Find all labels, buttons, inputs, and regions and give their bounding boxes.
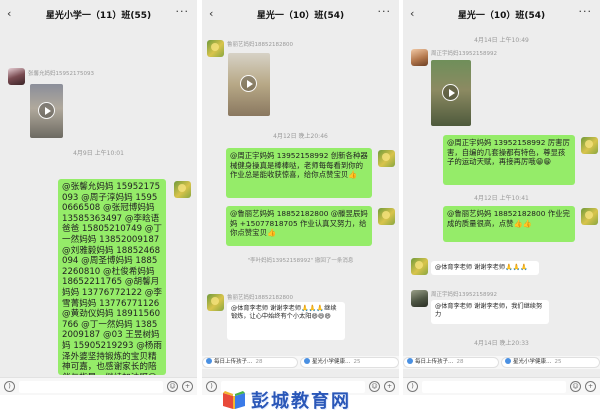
message-bubble[interactable]: @张馨允妈妈 15952175093 @周子淳妈妈 15950666508 @张… [58,179,166,375]
plus-icon[interactable]: + [585,381,596,392]
video-message[interactable] [30,84,63,138]
avatar[interactable] [411,258,428,275]
emoji-icon[interactable]: ☺ [570,381,581,392]
chat-title: 星光一（10）班(54) [457,11,546,21]
input-bar: ) ☺ + [0,377,197,395]
chat-header: ‹ 星光小学一（11）班(55) ··· [0,0,197,27]
video-message[interactable] [228,53,270,116]
book-logo-icon [223,391,245,409]
sender-name: 鲁丽艺妈妈18852182800 [227,295,293,301]
plus-icon[interactable]: + [384,381,395,392]
chat-header: ‹ 星光一（10）班(54) ··· [202,0,399,27]
mini-program-icon [407,358,413,364]
avatar[interactable] [174,181,191,198]
play-icon[interactable] [38,102,55,119]
avatar[interactable] [207,294,224,311]
video-message[interactable] [431,60,471,126]
emoji-icon[interactable]: ☺ [167,381,178,392]
chat-title: 星光一（10）班(54) [256,11,345,21]
voice-icon[interactable]: ) [407,381,418,392]
play-icon[interactable] [240,75,257,92]
chat-panel-2: ‹ 星光一（10）班(54) ··· 鲁丽艺妈妈18852182800 4月12… [202,0,399,395]
avatar[interactable] [581,208,598,225]
chat-panel-1: ‹ 星光小学一（11）班(55) ··· 张馨允妈妈15952175093 4月… [0,0,197,395]
brand-text: 彭城教育网 [251,391,351,412]
shortcut-chip[interactable]: 每日上传孩子… 28 [202,357,298,368]
message-bubble[interactable]: @周正宇妈妈 13952158992 厉害厉害，自编的几套操都有特色，尊显孩子的… [443,135,575,185]
shortcut-bar: 每日上传孩子… 28 星光小学健康… 25 [403,356,600,369]
chat-title: 星光小学一（11）班(55) [45,11,152,21]
shortcut-chip[interactable]: 星光小学健康… 25 [501,357,600,368]
message-bubble[interactable]: @体育李老师 谢谢李老师🙏🙏🙏 [431,261,539,275]
more-dots-icon[interactable]: ··· [176,5,190,18]
timestamp: 4月12日 晚上20:46 [273,133,328,140]
shortcut-chip[interactable]: 星光小学健康… 25 [300,357,399,368]
message-bubble[interactable]: @鲁丽艺妈妈 18852182800 @滕昱辰妈妈 +15077818705 作… [226,206,372,246]
emoji-icon[interactable]: ☺ [369,381,380,392]
plus-icon[interactable]: + [182,381,193,392]
timestamp: 4月14日 上午10:49 [474,37,529,44]
shortcut-chip[interactable]: 每日上传孩子… 28 [403,357,499,368]
more-dots-icon[interactable]: ··· [579,5,593,18]
play-icon[interactable] [442,84,459,101]
avatar[interactable] [378,208,395,225]
chat-header: ‹ 星光一（10）班(54) ··· [403,0,600,27]
message-bubble[interactable]: @周正宇妈妈 13952158992 创新各种器械健身操真是棒棒哒，老师每每看到… [226,148,372,198]
avatar[interactable] [581,137,598,154]
voice-icon[interactable]: ) [4,381,15,392]
avatar[interactable] [8,68,25,85]
mini-program-icon [304,358,310,364]
timestamp: 4月12日 上午10:41 [474,195,529,202]
avatar[interactable] [411,49,428,66]
more-dots-icon[interactable]: ··· [378,5,392,18]
chat-panel-3: ‹ 星光一（10）班(54) ··· 4月14日 上午10:49 周正宇妈妈13… [403,0,600,395]
avatar[interactable] [411,290,428,307]
sender-name: 周正宇妈妈13952158992 [431,51,497,57]
input-bar: ) ☺ + [403,377,600,395]
mini-program-icon [505,358,511,364]
sender-name: 鲁丽艺妈妈18852182800 [227,42,293,48]
watermark: 彭城教育网 [221,386,351,414]
avatar[interactable] [378,150,395,167]
timestamp: 4月9日 上午10:01 [73,150,124,157]
message-bubble[interactable]: @鲁丽艺妈妈 18852182800 作业完成的质量很高，点赞👍👍 [443,206,575,242]
avatar[interactable] [207,40,224,57]
recall-notice: "李叶妈妈13952158992" 撤回了一条消息 [247,258,354,264]
shortcut-bar: 每日上传孩子… 28 星光小学健康… 25 [202,356,399,369]
message-input[interactable] [422,381,566,393]
sender-name: 张馨允妈妈15952175093 [28,71,94,77]
message-bubble[interactable]: @体育李老师 谢谢李老师🙏🙏🙏继续锻炼，让心中始终有个小太阳😄😄😄 [227,302,345,340]
voice-icon[interactable]: ) [206,381,217,392]
message-input[interactable] [19,381,163,393]
timestamp: 4月14日 晚上20:33 [474,340,529,347]
message-bubble[interactable]: @体育李老师 谢谢李老师，我们继续努力 [431,300,549,324]
mini-program-icon [206,358,212,364]
sender-name: 周正宇妈妈13952158992 [431,292,497,298]
